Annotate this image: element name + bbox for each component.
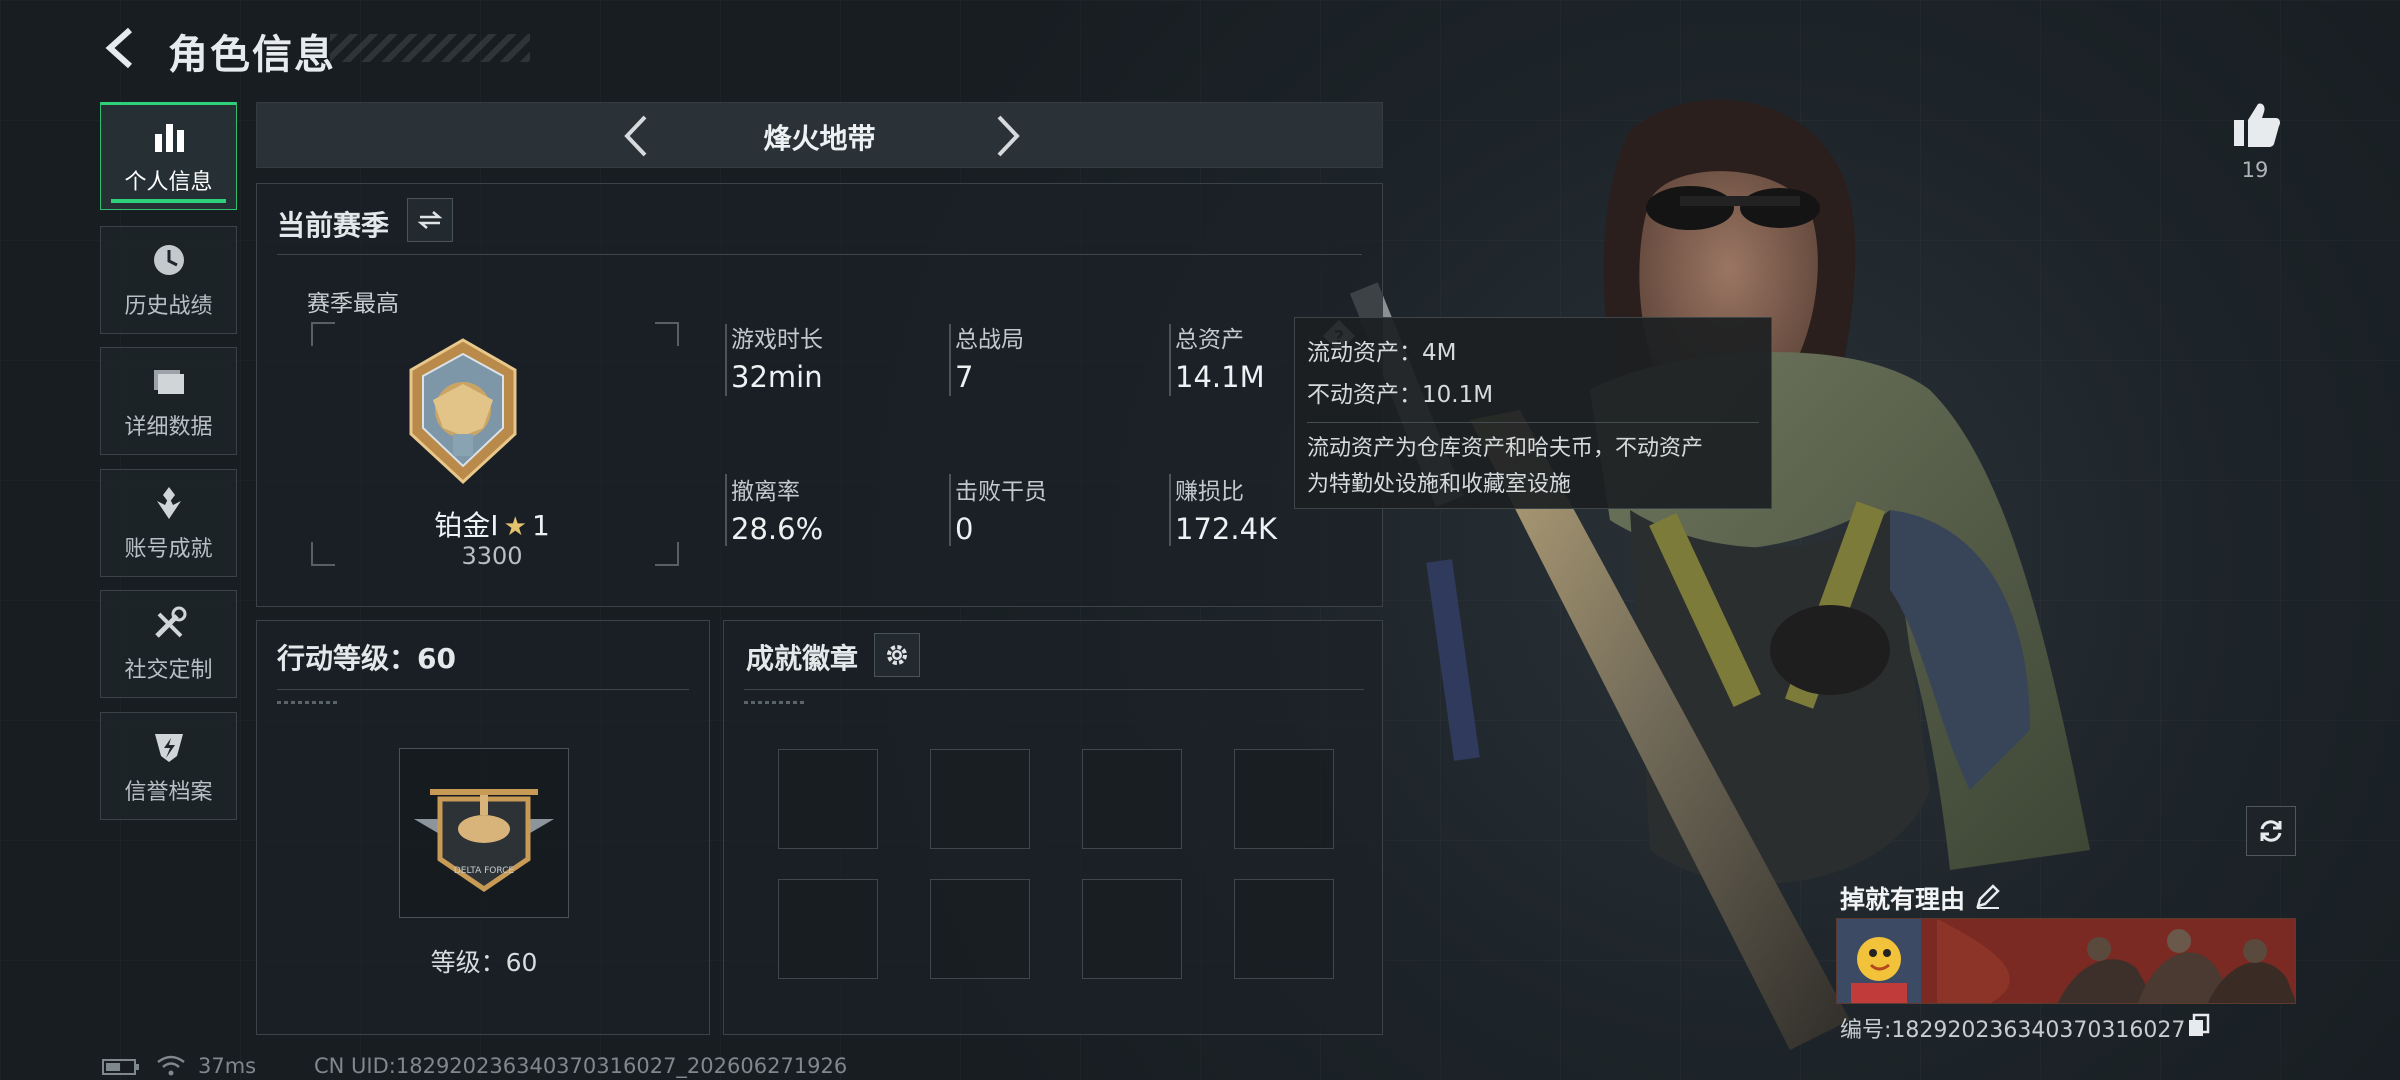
action-level-panel: 行动等级：60 DELTA FORCE 等级：60: [256, 620, 710, 1035]
wifi-icon: [157, 1055, 185, 1076]
helicopter-emblem-icon: DELTA FORCE: [414, 789, 554, 893]
liquid-assets: 流动资产：4M: [1307, 340, 1457, 366]
profile-banner[interactable]: [1836, 918, 2296, 1004]
ping-text: 37ms: [198, 1054, 257, 1078]
mode-title: 烽火地带: [763, 122, 876, 155]
sidebar-item-label: 个人信息: [124, 170, 213, 195]
sidebar-item-personal-info[interactable]: 个人信息: [100, 102, 237, 210]
card-name: 掉就有理由: [1840, 885, 1966, 914]
refresh-icon: [2260, 820, 2282, 842]
bar-chart-icon: [154, 124, 184, 152]
stat-label: 总资产: [1175, 327, 1244, 353]
chevron-right-icon[interactable]: [985, 113, 1029, 159]
stat-value: 172.4K: [1175, 512, 1278, 546]
sidebar-item-achievements[interactable]: 账号成就: [100, 469, 237, 577]
folder-icon: [153, 370, 184, 394]
rank-emblem-icon: [409, 338, 517, 485]
card-id: 编号:1829202363403703160​27: [1840, 1018, 2186, 1043]
asset-tooltip: 流动资产：4M 不动资产：10.1M 流动资产为仓库资产和哈夫币，不动资产 为特…: [1294, 317, 1772, 509]
stat-divider: [949, 474, 951, 546]
sidebar-item-label: 信誉档案: [124, 780, 213, 805]
stat-divider: [725, 324, 727, 396]
rank-stars: 1: [531, 509, 550, 542]
sidebar-item-detailed-data[interactable]: 详细数据: [100, 347, 237, 455]
refresh-button[interactable]: [2246, 806, 2296, 856]
achievements-title: 成就徽章: [746, 642, 859, 675]
shield-lightning-icon: [154, 734, 183, 762]
level-emblem-frame: DELTA FORCE: [399, 748, 569, 918]
stat-divider: [1169, 324, 1171, 396]
emblem-text: DELTA FORCE: [454, 866, 515, 876]
badge-slot[interactable]: [1082, 879, 1182, 979]
badge-slot[interactable]: [930, 749, 1030, 849]
swap-season-button[interactable]: [407, 198, 453, 242]
rank-display: 铂金I ★ 1: [257, 504, 727, 544]
stat-value: 7: [955, 360, 974, 394]
stat-divider: [949, 324, 951, 396]
title-decoration: [330, 34, 530, 62]
stat-value: 28.6%: [731, 512, 824, 546]
stat-value: 32min: [731, 360, 823, 394]
sidebar-item-label: 账号成就: [124, 537, 213, 562]
stat-divider: [725, 474, 727, 546]
sidebar-item-label: 社交定制: [124, 658, 213, 683]
level-text: 等级：60: [430, 948, 538, 977]
sidebar-item-label: 详细数据: [124, 415, 213, 440]
frame-corner: [311, 322, 335, 346]
frame-corner: [655, 322, 679, 346]
divider: [277, 254, 1362, 255]
star-icon: ★: [503, 512, 527, 542]
copy-icon[interactable]: [2186, 1012, 2212, 1038]
chevron-left-icon[interactable]: [100, 26, 144, 70]
stat-label: 游戏时长: [731, 327, 823, 353]
tooltip-description-line: 为特勤处设施和收藏室设施: [1307, 472, 1572, 497]
like-count: 19: [2241, 158, 2269, 182]
achievements-panel: 成就徽章: [723, 620, 1383, 1035]
badge-slot[interactable]: [1082, 749, 1182, 849]
season-title: 当前赛季: [277, 209, 390, 242]
sidebar-item-reputation[interactable]: 信誉档案: [100, 712, 237, 820]
divider: [277, 689, 689, 690]
sidebar-item-social[interactable]: 社交定制: [100, 590, 237, 698]
stat-label: 总战局: [955, 327, 1024, 353]
rank-name: 铂金I: [434, 509, 499, 542]
stat-divider: [1169, 474, 1171, 546]
page-title: 角色信息: [168, 32, 336, 78]
season-panel: 当前赛季 赛季最高 铂金I ★ 1 3300 游戏时长 32min 总战局 7 …: [256, 183, 1383, 607]
mode-selector: 烽火地带: [256, 102, 1383, 168]
edit-icon[interactable]: [1974, 882, 2002, 910]
badge-slot[interactable]: [778, 879, 878, 979]
uid-text: CN UID:18292023634037031602​7_2026062719…: [314, 1054, 848, 1078]
tooltip-description-line: 流动资产为仓库资产和哈夫币，不动资产: [1307, 436, 1704, 461]
stat-label: 击败干员: [955, 479, 1047, 505]
badge-slot[interactable]: [930, 879, 1030, 979]
stat-value: 0: [955, 512, 974, 546]
divider-decoration: [277, 701, 337, 704]
sidebar-item-history[interactable]: 历史战绩: [100, 226, 237, 334]
swap-icon: [417, 211, 443, 229]
sidebar-item-label: 历史战绩: [124, 294, 213, 319]
thumbs-up-icon[interactable]: [2230, 98, 2282, 150]
stat-label: 赚损比: [1175, 479, 1244, 505]
gear-icon: [887, 645, 907, 665]
rank-points: 3300: [461, 542, 523, 570]
medal-icon: [156, 487, 181, 519]
stat-value: 14.1M: [1175, 360, 1265, 394]
clock-icon: [153, 245, 184, 275]
badge-slot[interactable]: [1234, 749, 1334, 849]
divider-decoration: [744, 701, 804, 704]
season-best-label: 赛季最高: [307, 291, 399, 317]
badge-slot[interactable]: [778, 749, 878, 849]
divider: [744, 689, 1364, 690]
banner-image: [1837, 919, 2295, 1003]
battery-icon: [102, 1059, 139, 1075]
achievement-settings-button[interactable]: [874, 633, 920, 677]
fixed-assets: 不动资产：10.1M: [1307, 382, 1494, 408]
action-level-title: 行动等级：60: [277, 642, 456, 675]
stat-label: 撤离率: [731, 479, 800, 505]
badge-slot[interactable]: [1234, 879, 1334, 979]
tools-icon: [154, 606, 186, 638]
tooltip-divider: [1307, 422, 1759, 423]
